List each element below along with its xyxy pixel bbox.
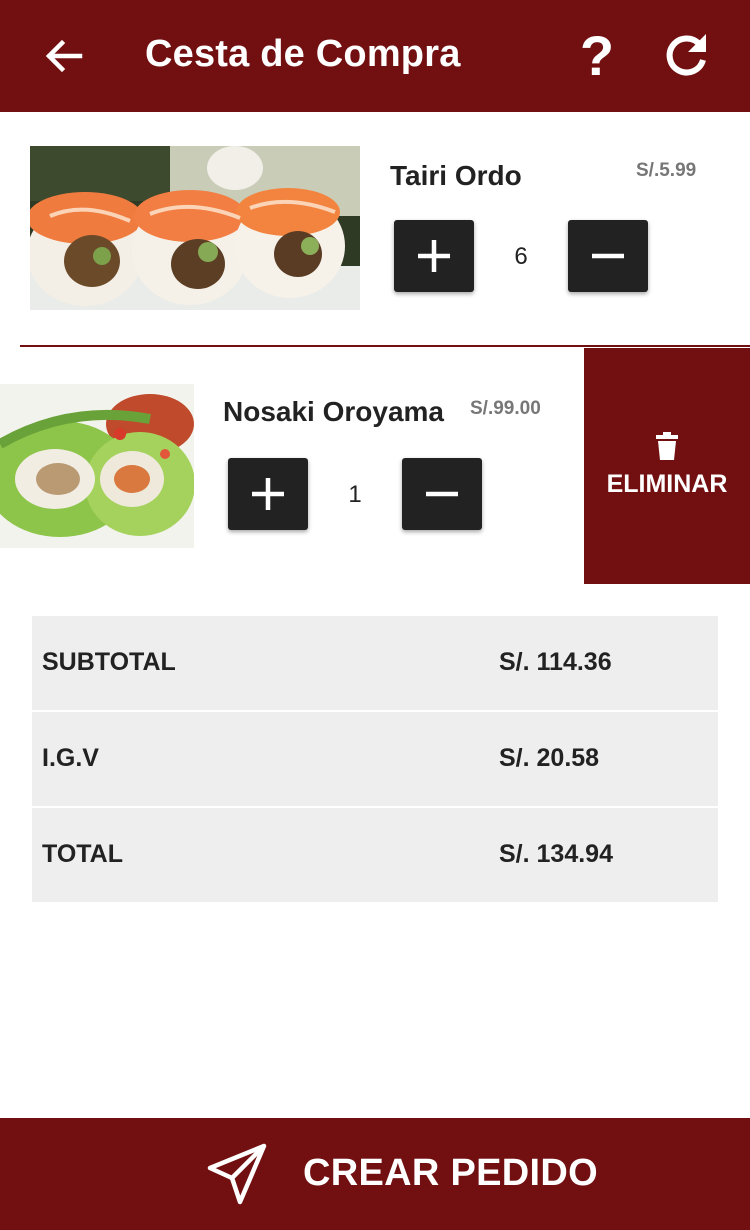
product-image bbox=[30, 146, 360, 310]
sushi-wrap-image bbox=[0, 384, 194, 548]
delete-item-button[interactable]: ELIMINAR bbox=[584, 348, 750, 584]
quantity-value: 1 bbox=[348, 481, 362, 508]
increase-quantity-button[interactable] bbox=[228, 458, 308, 530]
page-title: Cesta de Compra bbox=[145, 33, 461, 75]
total-label: TOTAL bbox=[42, 840, 124, 868]
arrow-left-icon bbox=[45, 39, 83, 73]
product-name: Nosaki Oroyama bbox=[223, 396, 444, 427]
cart-item: Tairi Ordo S/.5.99 6 bbox=[0, 112, 750, 346]
help-button[interactable]: ? bbox=[573, 26, 621, 86]
sushi-roll-image bbox=[30, 146, 360, 310]
subtotal-value: S/. 114.36 bbox=[499, 648, 612, 676]
total-row: TOTAL S/. 134.94 bbox=[32, 808, 718, 902]
plus-icon bbox=[418, 240, 450, 272]
product-image bbox=[0, 384, 194, 548]
igv-label: I.G.V bbox=[42, 744, 99, 772]
increase-quantity-button[interactable] bbox=[394, 220, 474, 292]
subtotal-label: SUBTOTAL bbox=[42, 648, 176, 676]
quantity-value: 6 bbox=[514, 243, 528, 270]
minus-icon bbox=[426, 491, 458, 497]
subtotal-row: SUBTOTAL S/. 114.36 bbox=[32, 616, 718, 710]
create-order-button[interactable]: CREAR PEDIDO bbox=[0, 1118, 750, 1230]
order-summary: SUBTOTAL S/. 114.36 I.G.V S/. 20.58 TOTA… bbox=[32, 616, 718, 904]
item-divider bbox=[20, 345, 750, 347]
plus-icon bbox=[252, 478, 284, 510]
refresh-button[interactable] bbox=[660, 30, 712, 82]
app-bar: Cesta de Compra ? bbox=[0, 0, 750, 112]
product-name: Tairi Ordo bbox=[390, 160, 522, 191]
paper-plane-icon bbox=[207, 1143, 267, 1205]
igv-value: S/. 20.58 bbox=[499, 744, 600, 772]
refresh-icon bbox=[666, 34, 706, 76]
igv-row: I.G.V S/. 20.58 bbox=[32, 712, 718, 806]
back-button[interactable] bbox=[40, 32, 88, 80]
delete-label: ELIMINAR bbox=[606, 470, 728, 498]
create-order-label: CREAR PEDIDO bbox=[303, 1152, 598, 1194]
product-price: S/.99.00 bbox=[470, 398, 541, 419]
product-price: S/.5.99 bbox=[636, 160, 697, 181]
trash-icon bbox=[656, 432, 678, 460]
minus-icon bbox=[592, 253, 624, 259]
question-mark-icon: ? bbox=[579, 24, 615, 87]
total-value: S/. 134.94 bbox=[499, 840, 613, 868]
decrease-quantity-button[interactable] bbox=[402, 458, 482, 530]
decrease-quantity-button[interactable] bbox=[568, 220, 648, 292]
